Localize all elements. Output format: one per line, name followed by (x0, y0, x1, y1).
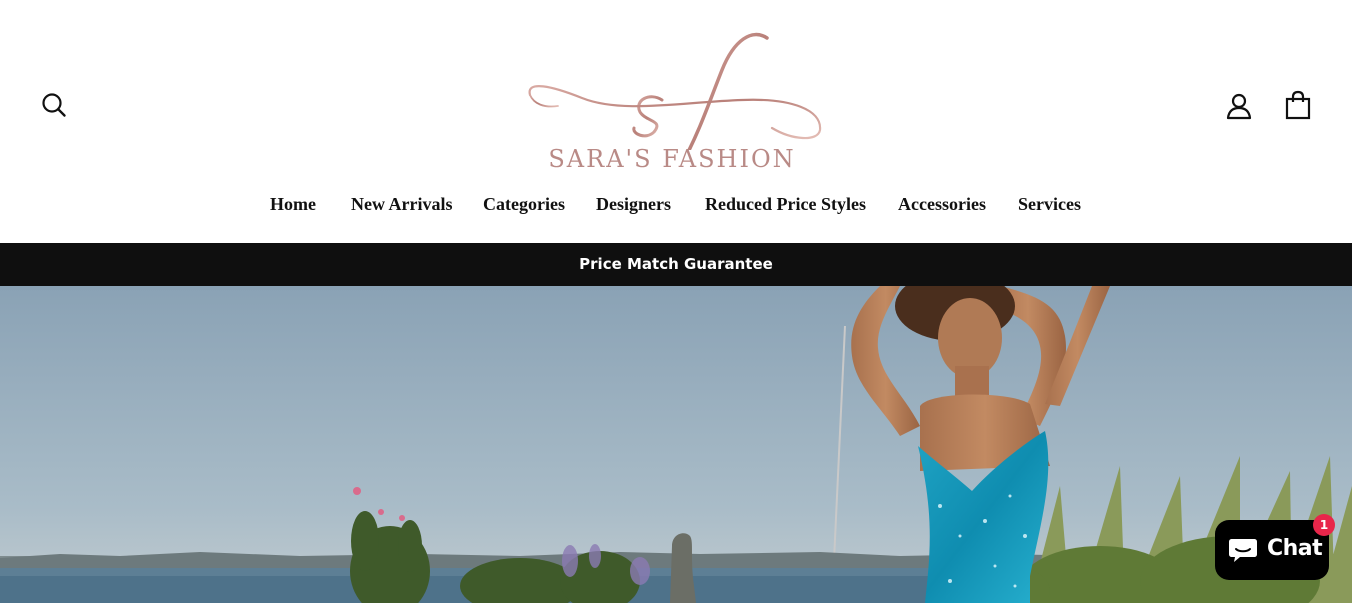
hero-banner[interactable] (0, 286, 1352, 603)
nav-item-designers[interactable]: Designers (596, 194, 671, 215)
user-icon (1226, 93, 1252, 120)
announcement-text: Price Match Guarantee (579, 255, 773, 273)
logo-monogram (528, 32, 822, 150)
announcement-bar[interactable]: Price Match Guarantee (0, 243, 1352, 286)
chat-label: Chat (1267, 536, 1323, 561)
nav-item-home[interactable]: Home (270, 194, 316, 215)
shopping-bag-icon (1285, 90, 1311, 120)
main-navigation: Home New Arrivals Categories Designers R… (0, 194, 1352, 220)
chat-button[interactable]: Chat (1215, 520, 1329, 580)
chat-bubble-icon (1229, 539, 1257, 562)
site-header: SARA'S FASHION Home New Arrivals Categor… (0, 0, 1352, 243)
brand-logo[interactable]: SARA'S FASHION (522, 30, 832, 180)
page: SARA'S FASHION Home New Arrivals Categor… (0, 0, 1352, 603)
nav-item-categories[interactable]: Categories (483, 194, 565, 215)
cart-button[interactable] (1284, 90, 1312, 120)
nav-item-services[interactable]: Services (1018, 194, 1081, 215)
hero-image (0, 286, 1352, 603)
nav-item-new-arrivals[interactable]: New Arrivals (351, 194, 452, 215)
search-button[interactable] (40, 91, 68, 119)
nav-item-reduced-price-styles[interactable]: Reduced Price Styles (705, 194, 866, 215)
account-button[interactable] (1226, 92, 1252, 120)
chat-unread-badge: 1 (1313, 514, 1335, 536)
search-icon (42, 93, 66, 117)
nav-item-accessories[interactable]: Accessories (898, 194, 986, 215)
brand-name: SARA'S FASHION (548, 145, 796, 173)
